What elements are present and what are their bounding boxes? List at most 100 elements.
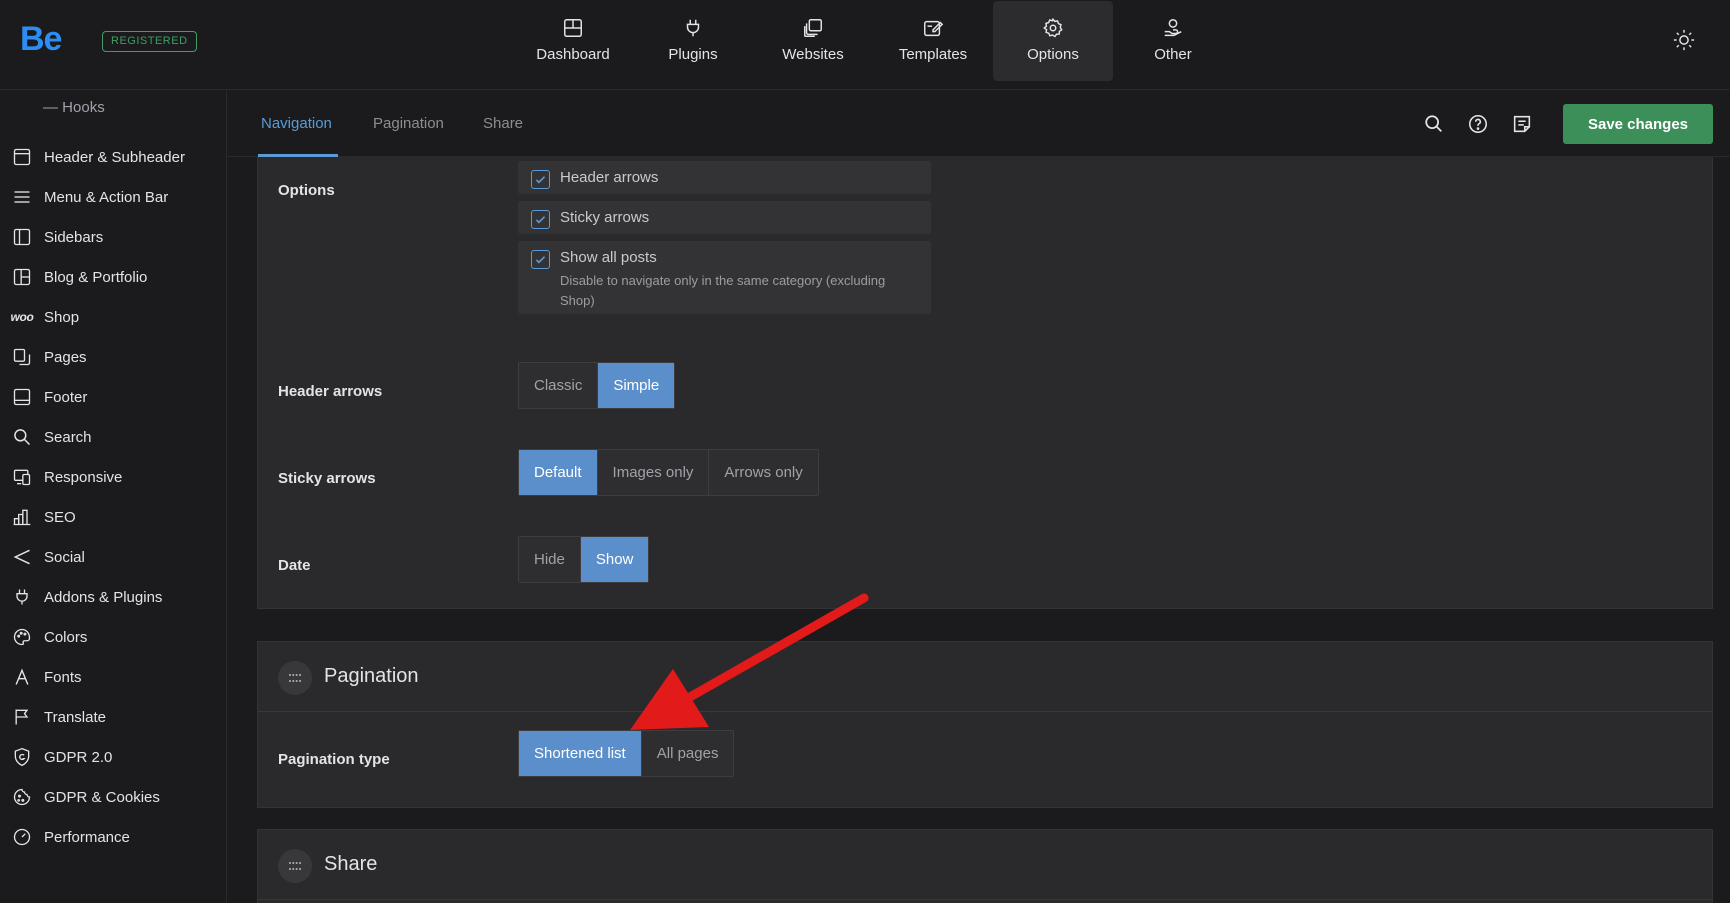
header-arrows-segmented: Classic Simple: [518, 362, 676, 409]
seg-default[interactable]: Default: [519, 450, 598, 495]
sidebar-sub-label: Hooks: [62, 99, 105, 116]
sidebar-item-label: Header & Subheader: [44, 148, 185, 166]
sidebar-item-menu[interactable]: Menu & Action Bar: [0, 181, 226, 213]
navigation-panel: Options Header arrows Sticky arrows Show…: [257, 157, 1713, 609]
topnav-plugins[interactable]: Plugins: [633, 1, 753, 81]
sidebar-item-label: SEO: [44, 508, 76, 526]
save-changes-button[interactable]: Save changes: [1563, 104, 1713, 144]
sidebar-item-sidebars[interactable]: Sidebars: [0, 221, 226, 253]
templates-icon: [924, 20, 944, 37]
tab-pagination[interactable]: Pagination: [373, 115, 444, 132]
drag-handle[interactable]: [278, 661, 312, 695]
sidebar-item-label: GDPR & Cookies: [44, 788, 160, 806]
sidebar-item-performance[interactable]: Performance: [0, 821, 226, 853]
pagination-panel: Pagination Pagination type Shortened lis…: [257, 641, 1713, 808]
be-logo[interactable]: Be: [20, 20, 62, 59]
help-icon[interactable]: [1467, 113, 1489, 135]
search-icon: [14, 429, 31, 446]
sidebar-item-seo[interactable]: SEO: [0, 501, 226, 533]
sidebar-item-fonts[interactable]: Fonts: [0, 661, 226, 693]
drag-handle[interactable]: [278, 849, 312, 883]
sun-icon[interactable]: [1673, 29, 1695, 51]
sidebar-item-addons[interactable]: Addons & Plugins: [0, 581, 226, 613]
checkbox-show-all-posts[interactable]: Show all posts Disable to navigate only …: [518, 241, 931, 314]
checkbox[interactable]: [531, 250, 550, 269]
responsive-icon: [13, 469, 31, 486]
topnav-label: Websites: [782, 46, 844, 63]
sub-header: Navigation Pagination Share Save changes: [227, 90, 1730, 157]
sidebar-item-label: Pages: [44, 348, 87, 366]
seg-images-only[interactable]: Images only: [597, 450, 710, 495]
sidebar-item-gdpr-cookies[interactable]: GDPR & Cookies: [0, 781, 226, 813]
sidebar-item-label: Shop: [44, 308, 80, 326]
options-content: Options Header arrows Sticky arrows Show…: [227, 157, 1730, 903]
sidebar-item-search[interactable]: Search: [0, 421, 226, 453]
sidebar-item-label: Menu & Action Bar: [44, 188, 169, 206]
checkbox-label: Show all posts: [560, 249, 657, 266]
sidebar-item-blog[interactable]: Blog & Portfolio: [0, 261, 226, 293]
sidebar-item-translate[interactable]: Translate: [0, 701, 226, 733]
topnav-websites[interactable]: Websites: [753, 1, 873, 81]
topnav-options[interactable]: Options: [993, 1, 1113, 81]
check-icon: [535, 176, 546, 184]
grip-icon: [289, 674, 301, 682]
sidebar-item-responsive[interactable]: Responsive: [0, 461, 226, 493]
seg-classic[interactable]: Classic: [519, 363, 599, 408]
sidebar-item-pages[interactable]: Pages: [0, 341, 226, 373]
checkbox[interactable]: [531, 170, 550, 189]
seg-arrows-only[interactable]: Arrows only: [709, 450, 818, 495]
pages-icon: [13, 348, 31, 366]
topnav-dashboard[interactable]: Dashboard: [513, 1, 633, 81]
menu-icon: [14, 191, 30, 203]
topnav-label: Templates: [898, 46, 968, 63]
checkbox-label: Header arrows: [560, 169, 659, 186]
notes-icon[interactable]: [1511, 113, 1533, 135]
plug-icon: [16, 589, 28, 605]
shield-icon: [14, 747, 30, 767]
gear-icon: [1043, 17, 1063, 38]
share-section-header: Share: [258, 830, 1712, 900]
flag-icon: [15, 709, 29, 725]
topnav-other[interactable]: Other: [1113, 1, 1233, 81]
seg-all-pages[interactable]: All pages: [641, 731, 734, 776]
sidebar-item-label: Social: [44, 548, 85, 566]
font-icon: [15, 668, 29, 685]
pagination-title: Pagination: [324, 665, 419, 687]
footer-icon: [13, 388, 31, 406]
sidebar-item-label: Performance: [44, 828, 130, 846]
seg-shortened-list[interactable]: Shortened list: [519, 731, 642, 776]
sidebar-sub-item-hooks[interactable]: — Hooks: [43, 99, 105, 116]
sidebar-item-label: Translate: [44, 708, 106, 726]
checkbox-header-arrows[interactable]: Header arrows: [518, 161, 931, 194]
sidebar-item-shop[interactable]: woo Shop: [0, 301, 226, 333]
sidebar-item-social[interactable]: Social: [0, 541, 226, 573]
sidebar-item-label: Addons & Plugins: [44, 588, 163, 606]
sidebar-item-label: Responsive: [44, 468, 123, 486]
pagination-section-header: Pagination: [258, 642, 1712, 712]
topnav-label: Other: [1154, 46, 1192, 63]
seg-show[interactable]: Show: [580, 537, 649, 582]
search-icon[interactable]: [1423, 113, 1445, 135]
sidebar-item-footer[interactable]: Footer: [0, 381, 226, 413]
topnav-label: Plugins: [668, 46, 718, 63]
seg-hide[interactable]: Hide: [519, 537, 581, 582]
sidebar-icon: [13, 228, 31, 246]
date-label: Date: [278, 557, 311, 574]
checkbox-description: Disable to navigate only in the same cat…: [560, 273, 886, 308]
header-arrows-label: Header arrows: [278, 383, 383, 400]
palette-icon: [13, 628, 31, 646]
seg-simple[interactable]: Simple: [598, 363, 675, 408]
topnav-label: Options: [1027, 46, 1079, 63]
sidebar-item-colors[interactable]: Colors: [0, 621, 226, 653]
tab-share[interactable]: Share: [483, 115, 523, 132]
checkbox-sticky-arrows[interactable]: Sticky arrows: [518, 201, 931, 234]
header-icon: [13, 148, 31, 166]
sidebar-item-gdpr2[interactable]: GDPR 2.0: [0, 741, 226, 773]
topnav-templates[interactable]: Templates: [873, 1, 993, 81]
sidebar-item-header[interactable]: Header & Subheader: [0, 141, 226, 173]
share-title: Share: [324, 853, 378, 875]
sidebar-item-label: GDPR 2.0: [44, 748, 113, 766]
tab-navigation[interactable]: Navigation: [261, 115, 332, 132]
sidebar-item-label: Footer: [44, 388, 88, 406]
checkbox[interactable]: [531, 210, 550, 229]
